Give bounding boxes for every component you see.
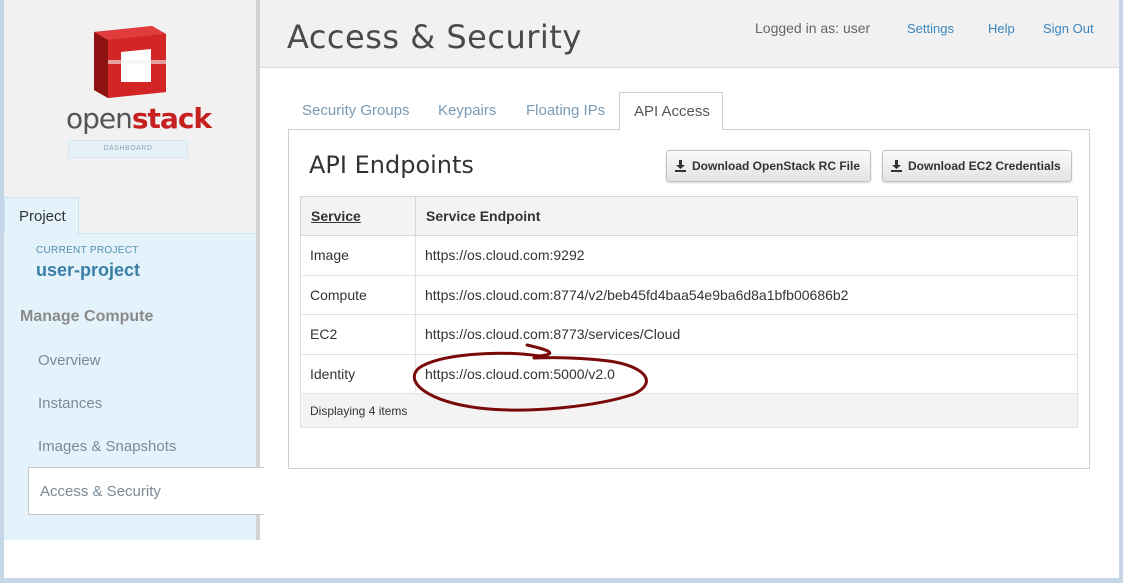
table-row: EC2 https://os.cloud.com:8773/services/C…	[300, 314, 1078, 355]
section-title: Manage Compute	[20, 308, 154, 325]
tab-security-groups[interactable]: Security Groups	[302, 92, 410, 129]
column-header-service[interactable]: Service	[300, 196, 416, 236]
sign-out-link[interactable]: Sign Out	[1043, 21, 1094, 36]
service-cell: Identity	[300, 353, 416, 394]
endpoint-cell: https://os.cloud.com:8774/v2/beb45fd4baa…	[415, 274, 1078, 315]
download-ec2-credentials-button[interactable]: Download EC2 Credentials	[882, 150, 1072, 182]
endpoint-cell: https://os.cloud.com:8773/services/Cloud	[415, 314, 1078, 355]
tab-api-access[interactable]: API Access	[619, 92, 723, 130]
help-link[interactable]: Help	[988, 21, 1015, 36]
brand-wordmark-part2: stack	[131, 102, 212, 135]
endpoint-cell: https://os.cloud.com:5000/v2.0	[415, 353, 1078, 394]
column-header-endpoint: Service Endpoint	[415, 196, 1078, 236]
download-openstack-rc-label: Download OpenStack RC File	[692, 159, 861, 173]
table-footer-row: Displaying 4 items	[300, 393, 1078, 428]
current-project-name[interactable]: user-project	[36, 260, 140, 281]
settings-link[interactable]: Settings	[907, 21, 954, 36]
endpoint-cell: https://os.cloud.com:9292	[415, 235, 1078, 276]
endpoints-table: Service Service Endpoint Image https://o…	[300, 196, 1078, 428]
openstack-cube-icon	[94, 26, 166, 98]
table-row: Compute https://os.cloud.com:8774/v2/beb…	[300, 274, 1078, 315]
tab-floating-ips[interactable]: Floating IPs	[526, 92, 605, 129]
table-row: Image https://os.cloud.com:9292	[300, 235, 1078, 276]
table-footer-text: Displaying 4 items	[300, 393, 1078, 428]
current-project-label: CURRENT PROJECT	[36, 245, 139, 256]
api-access-panel: API Endpoints Download OpenStack RC File…	[288, 129, 1090, 469]
tab-keypairs[interactable]: Keypairs	[438, 92, 496, 129]
download-icon	[891, 160, 902, 172]
page-title: Access & Security	[287, 18, 582, 56]
tab-project[interactable]: Project	[4, 197, 79, 234]
sidebar-item-images-snapshots[interactable]: Images & Snapshots	[38, 438, 176, 455]
openstack-logo[interactable]: openstack DASHBOARD	[66, 22, 212, 162]
download-openstack-rc-button[interactable]: Download OpenStack RC File	[666, 150, 872, 182]
table-header-row: Service Service Endpoint	[300, 196, 1078, 236]
sidebar-item-instances[interactable]: Instances	[38, 395, 102, 412]
panel-title: API Endpoints	[309, 151, 474, 179]
page-header: Access & Security Logged in as: user Set…	[260, 0, 1119, 68]
brand-wordmark-part1: open	[66, 102, 133, 135]
download-icon	[675, 160, 686, 172]
browser-window: openstack DASHBOARD Project CURRENT PROJ…	[4, 0, 1119, 578]
project-panel: CURRENT PROJECT user-project Manage Comp…	[4, 233, 264, 540]
logged-in-text: Logged in as: user	[755, 20, 871, 36]
brand-wordmark: openstack	[66, 102, 212, 135]
service-cell: Image	[300, 235, 416, 276]
sidebar-item-overview[interactable]: Overview	[38, 352, 101, 369]
service-cell: Compute	[300, 274, 416, 315]
sidebar-item-access-security[interactable]: Access & Security	[28, 467, 264, 515]
sidebar: openstack DASHBOARD Project CURRENT PROJ…	[4, 0, 264, 540]
download-ec2-credentials-label: Download EC2 Credentials	[908, 159, 1061, 173]
brand-subtitle: DASHBOARD	[68, 140, 188, 158]
service-cell: EC2	[300, 314, 416, 355]
table-row: Identity https://os.cloud.com:5000/v2.0	[300, 353, 1078, 394]
